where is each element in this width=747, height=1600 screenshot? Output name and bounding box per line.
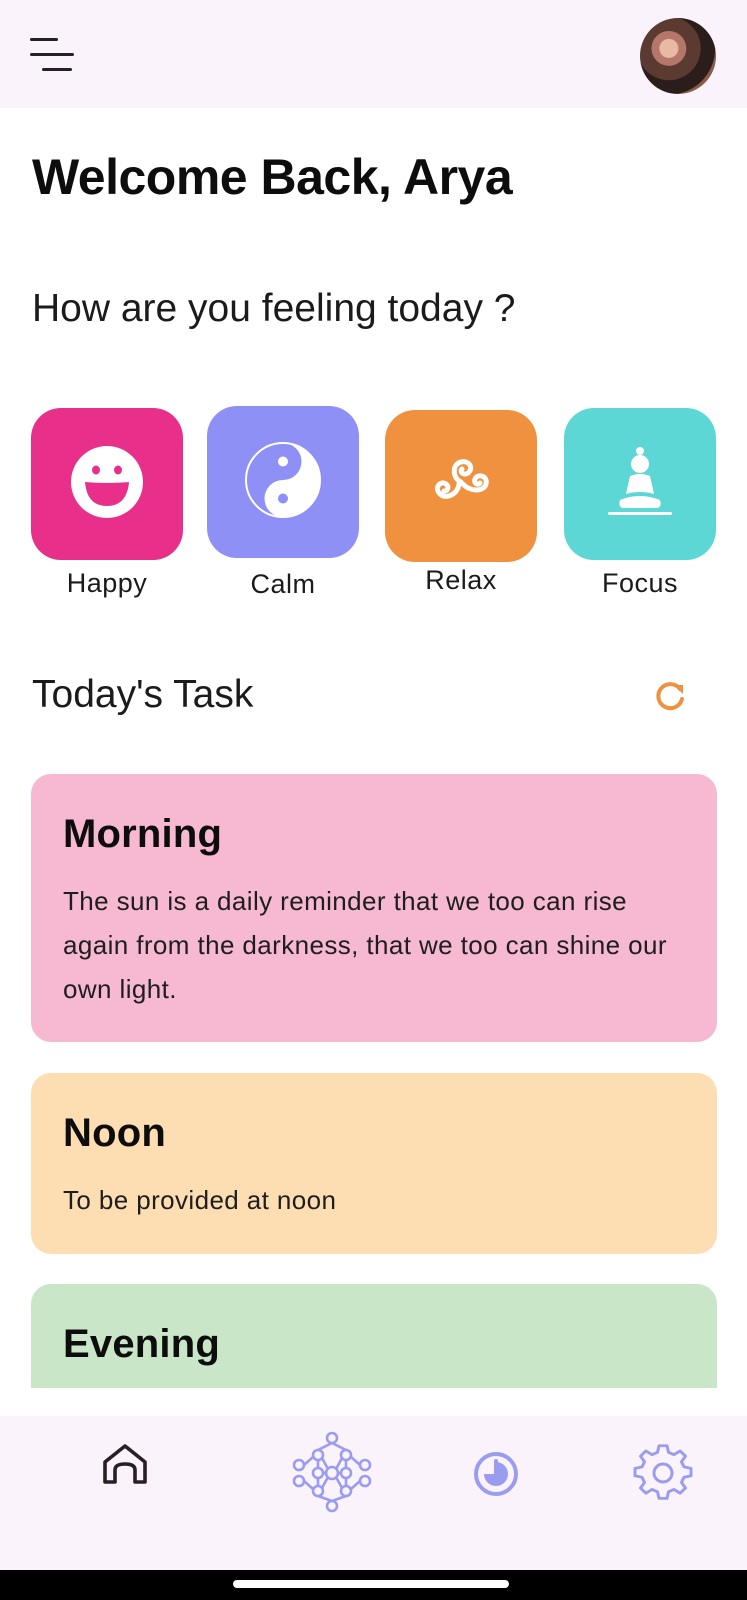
home-screen: Welcome Back, Arya How are you feeling t… bbox=[0, 0, 747, 1600]
task-card-title: Noon bbox=[63, 1111, 166, 1155]
mood-calm-button[interactable] bbox=[207, 406, 359, 558]
home-icon bbox=[99, 1438, 151, 1495]
mood-focus-label: Focus bbox=[601, 568, 679, 598]
nav-timer-button[interactable] bbox=[456, 1426, 536, 1526]
top-bar bbox=[0, 0, 747, 108]
settings-icon bbox=[633, 1443, 693, 1509]
welcome-heading: Welcome Back, Arya bbox=[32, 149, 513, 205]
nav-network-button[interactable] bbox=[292, 1424, 372, 1524]
mood-happy-label: Happy bbox=[66, 568, 148, 598]
home-indicator[interactable] bbox=[233, 1580, 509, 1588]
timer-icon bbox=[471, 1449, 521, 1504]
feeling-question: How are you feeling today ? bbox=[32, 287, 516, 330]
mood-relax-button[interactable] bbox=[385, 410, 537, 562]
mood-relax-label: Relax bbox=[425, 565, 497, 595]
mood-happy-button[interactable] bbox=[31, 408, 183, 560]
hamburger-menu-icon[interactable] bbox=[30, 36, 76, 76]
task-card-noon[interactable]: Noon To be provided at noon bbox=[31, 1073, 717, 1254]
nav-settings-button[interactable] bbox=[623, 1426, 703, 1526]
task-card-morning[interactable]: Morning The sun is a daily reminder that… bbox=[31, 774, 717, 1042]
meditation-icon bbox=[600, 442, 680, 527]
task-card-text: The sun is a daily reminder that we too … bbox=[63, 886, 667, 1004]
nav-home-button[interactable] bbox=[85, 1416, 165, 1516]
user-avatar[interactable] bbox=[640, 18, 716, 94]
mood-calm-label: Calm bbox=[250, 569, 316, 599]
todays-task-title: Today's Task bbox=[32, 673, 254, 716]
smiley-icon bbox=[69, 444, 145, 525]
task-card-title: Morning bbox=[63, 812, 223, 856]
task-card-title: Evening bbox=[63, 1322, 220, 1366]
triskelion-icon bbox=[422, 448, 500, 525]
mood-focus-button[interactable] bbox=[564, 408, 716, 560]
yin-yang-icon bbox=[243, 440, 323, 525]
task-card-evening[interactable]: Evening bbox=[31, 1284, 717, 1388]
bottom-navigation bbox=[0, 1416, 747, 1570]
task-card-text: To be provided at noon bbox=[63, 1185, 337, 1215]
refresh-icon[interactable] bbox=[652, 679, 692, 719]
network-icon bbox=[291, 1431, 373, 1518]
